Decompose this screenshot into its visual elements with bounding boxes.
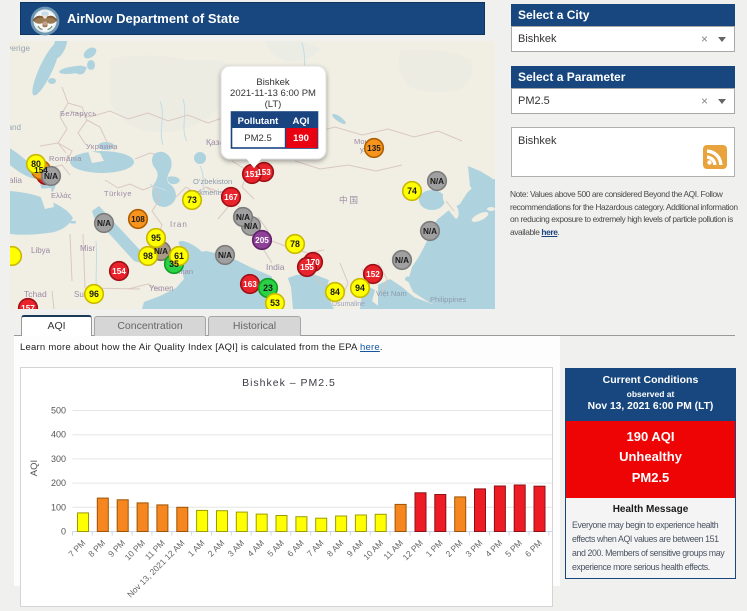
svg-text:108: 108 (131, 215, 145, 224)
svg-text:167: 167 (224, 193, 238, 202)
svg-text:163: 163 (243, 280, 257, 289)
svg-text:100: 100 (51, 502, 66, 512)
svg-text:400: 400 (51, 430, 66, 440)
svg-text:12 PM: 12 PM (400, 538, 424, 562)
svg-text:6 AM: 6 AM (285, 538, 306, 559)
svg-text:7 PM: 7 PM (66, 538, 87, 559)
svg-text:N/A: N/A (218, 251, 232, 260)
svg-text:84: 84 (330, 287, 340, 297)
svg-text:România: România (49, 154, 82, 163)
svg-text:200: 200 (51, 478, 66, 488)
svg-text:1 AM: 1 AM (186, 538, 207, 559)
svg-text:N/A: N/A (395, 256, 409, 265)
svg-text:Pollutant: Pollutant (238, 116, 279, 127)
svg-text:11 AM: 11 AM (381, 538, 405, 562)
svg-text:61: 61 (174, 251, 184, 261)
svg-text:152: 152 (366, 270, 380, 279)
svg-text:Libya: Libya (31, 246, 51, 255)
svg-text:Ελλάς: Ελλάς (51, 191, 72, 200)
svg-text:98: 98 (143, 251, 153, 261)
svg-text:5 PM: 5 PM (503, 538, 524, 559)
svg-text:53: 53 (270, 298, 280, 308)
svg-text:Bishkek: Bishkek (256, 77, 290, 88)
svg-text:N/A: N/A (244, 222, 258, 231)
svg-text:95: 95 (151, 233, 161, 243)
svg-text:Tchad: Tchad (24, 289, 47, 299)
svg-text:10 AM: 10 AM (361, 538, 385, 562)
svg-text:1 PM: 1 PM (424, 538, 445, 559)
svg-text:80: 80 (31, 159, 41, 169)
svg-text:AQI: AQI (29, 460, 40, 476)
svg-text:Bishkek – PM2.5: Bishkek – PM2.5 (242, 377, 336, 389)
svg-text:153: 153 (257, 168, 271, 177)
svg-text:205: 205 (255, 236, 269, 245)
svg-text:中国: 中国 (339, 195, 360, 205)
svg-text:23: 23 (263, 283, 273, 293)
svg-text:Việt Nam: Việt Nam (376, 289, 407, 298)
svg-text:N/A: N/A (97, 219, 111, 228)
svg-text:3 PM: 3 PM (463, 538, 484, 559)
svg-text:N/A: N/A (44, 172, 58, 181)
svg-text:0: 0 (61, 527, 66, 537)
svg-text:AQI: AQI (293, 116, 310, 127)
svg-text:Украина: Украина (86, 142, 118, 151)
svg-text:Poland: Poland (10, 123, 21, 132)
svg-text:6 PM: 6 PM (523, 538, 544, 559)
svg-text:4 AM: 4 AM (245, 538, 266, 559)
svg-text:PM2.5: PM2.5 (244, 133, 271, 144)
svg-text:N/A: N/A (423, 227, 437, 236)
svg-text:94: 94 (355, 283, 365, 293)
svg-text:135: 135 (367, 144, 381, 153)
svg-text:India: India (266, 262, 285, 272)
svg-text:78: 78 (290, 239, 300, 249)
svg-text:5 AM: 5 AM (265, 538, 286, 559)
svg-text:Italia: Italia (10, 175, 22, 185)
svg-text:(LT): (LT) (265, 99, 282, 110)
svg-text:Yemen: Yemen (149, 284, 174, 293)
svg-text:N/A: N/A (236, 213, 250, 222)
svg-text:3 AM: 3 AM (225, 538, 246, 559)
svg-text:151: 151 (245, 170, 259, 179)
svg-text:Türkiye: Türkiye (104, 189, 132, 198)
svg-text:2 PM: 2 PM (444, 538, 465, 559)
svg-text:155: 155 (300, 263, 314, 272)
svg-text:73: 73 (187, 195, 197, 205)
svg-text:Iran: Iran (170, 220, 188, 229)
svg-text:N/A: N/A (430, 177, 444, 186)
svg-text:300: 300 (51, 454, 66, 464)
svg-text:N/A: N/A (154, 247, 168, 256)
svg-text:4 PM: 4 PM (483, 538, 504, 559)
svg-text:190: 190 (293, 133, 309, 144)
svg-text:2 AM: 2 AM (206, 538, 227, 559)
svg-text:8 PM: 8 PM (86, 538, 107, 559)
svg-text:8 AM: 8 AM (325, 538, 346, 559)
svg-text:O’zbekiston: O’zbekiston (193, 177, 232, 186)
svg-text:10 PM: 10 PM (123, 538, 147, 562)
svg-text:Philippines: Philippines (430, 295, 467, 304)
svg-text:500: 500 (51, 406, 66, 416)
svg-text:2021-11-13 6:00 PM: 2021-11-13 6:00 PM (230, 88, 316, 99)
svg-text:157: 157 (21, 304, 35, 309)
svg-text:Usumaline: Usumaline (332, 301, 365, 308)
svg-text:96: 96 (89, 289, 99, 299)
svg-text:Misr: Misr (80, 244, 95, 253)
svg-text:Беларусь: Беларусь (60, 109, 97, 118)
svg-text:7 AM: 7 AM (305, 538, 326, 559)
svg-text:154: 154 (112, 267, 126, 276)
svg-text:verige: verige (10, 43, 30, 53)
svg-text:74: 74 (407, 186, 417, 196)
